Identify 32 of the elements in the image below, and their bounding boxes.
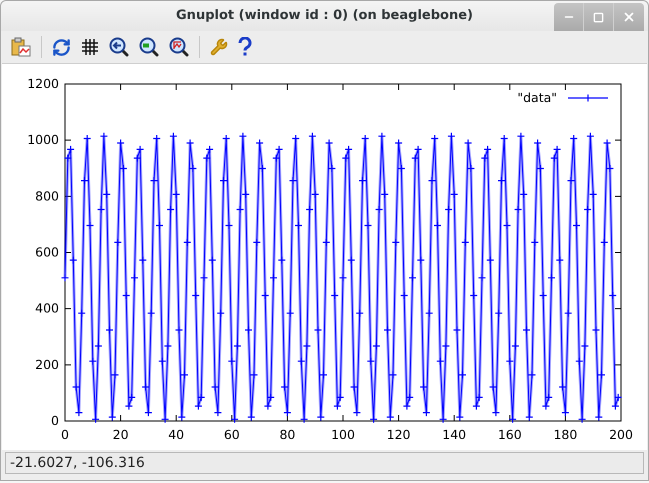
maximize-icon <box>593 12 604 22</box>
x-tick-label: 180 <box>553 427 578 442</box>
y-tick-label: 800 <box>35 188 59 204</box>
y-tick-label: 1000 <box>27 132 59 148</box>
help-icon[interactable] <box>238 37 252 57</box>
zoom-back-icon[interactable] <box>109 37 129 57</box>
x-tick-label: 140 <box>442 427 466 442</box>
zoom-forward-icon[interactable] <box>139 37 159 57</box>
x-tick-label: 200 <box>609 427 633 442</box>
close-icon <box>622 10 636 24</box>
x-tick-label: 0 <box>61 427 69 442</box>
clipboard-icon[interactable] <box>11 37 31 57</box>
y-tick-label: 600 <box>35 244 59 260</box>
wrench-icon[interactable] <box>210 38 228 56</box>
y-tick-label: 400 <box>35 300 59 316</box>
x-tick-label: 120 <box>386 427 411 442</box>
x-tick-label: 20 <box>112 427 129 442</box>
grid-icon[interactable] <box>81 38 99 56</box>
x-tick-label: 80 <box>279 427 296 442</box>
y-tick-label: 0 <box>51 413 59 428</box>
legend-line-sample <box>567 94 609 102</box>
refresh-icon[interactable] <box>52 38 71 56</box>
status-text: -21.6027, -106.316 <box>10 454 145 472</box>
x-tick-label: 40 <box>168 427 184 442</box>
window-title: Gnuplot (window id : 0) (on beaglebone) <box>176 7 473 26</box>
y-tick-label: 200 <box>35 356 59 372</box>
x-tick-label: 60 <box>224 427 240 442</box>
autoscale-icon[interactable] <box>169 37 189 57</box>
y-tick-label: 1200 <box>27 76 59 91</box>
x-tick-label: 160 <box>498 427 522 442</box>
legend-label: "data" <box>517 90 557 105</box>
x-tick-label: 100 <box>331 427 355 442</box>
